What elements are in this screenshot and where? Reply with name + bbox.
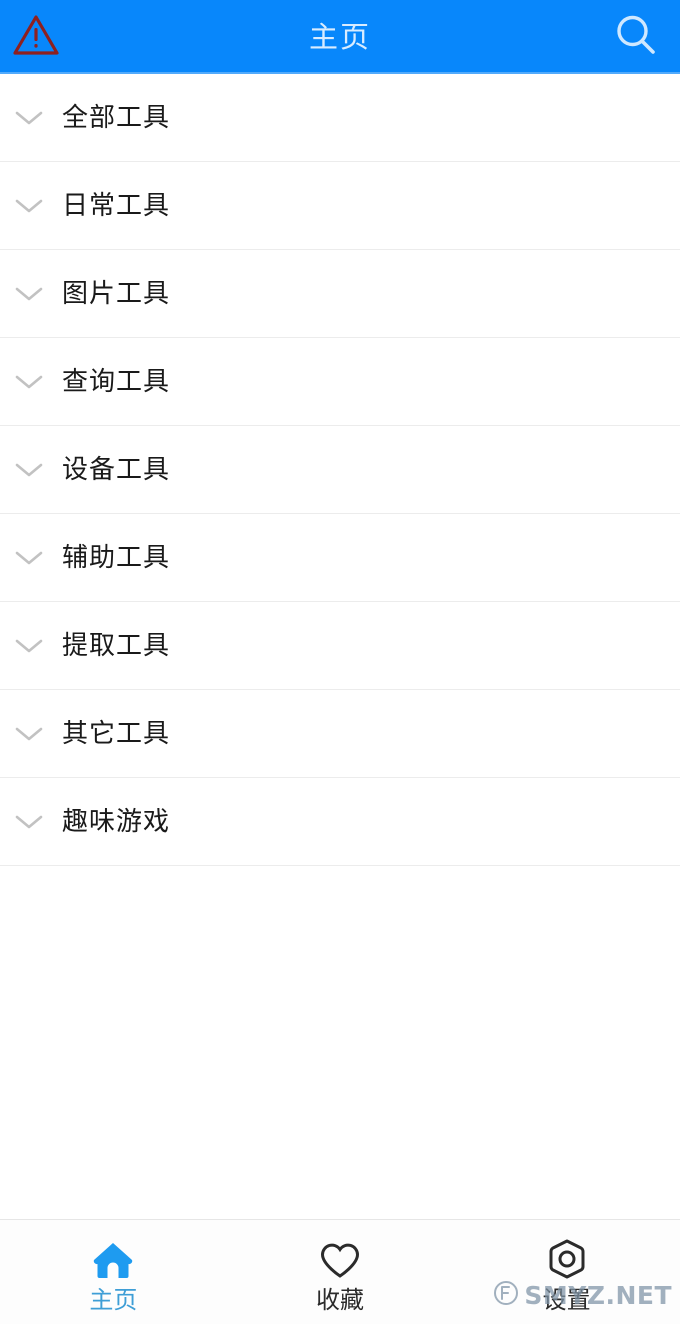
tab-favorites[interactable]: 收藏 — [227, 1220, 454, 1324]
list-item[interactable]: 辅助工具 — [0, 514, 680, 602]
list-item[interactable]: 趣味游戏 — [0, 778, 680, 866]
list-item-label: 其它工具 — [62, 719, 171, 749]
list-item-label: 设备工具 — [62, 455, 171, 485]
chevron-down-icon[interactable] — [8, 97, 50, 139]
tab-favorites-label: 收藏 — [316, 1285, 364, 1314]
list-item-label: 辅助工具 — [62, 543, 171, 573]
list-item-label: 图片工具 — [62, 279, 171, 309]
tab-home[interactable]: 主页 — [0, 1220, 227, 1324]
list-item[interactable]: 其它工具 — [0, 690, 680, 778]
list-item-label: 日常工具 — [62, 191, 171, 221]
chevron-down-icon[interactable] — [8, 713, 50, 755]
chevron-down-icon[interactable] — [8, 449, 50, 491]
tab-settings-label: 设置 — [542, 1285, 591, 1314]
chevron-down-icon[interactable] — [8, 185, 50, 227]
list-item[interactable]: 查询工具 — [0, 338, 680, 426]
home-icon — [90, 1237, 136, 1279]
list-item-label: 提取工具 — [62, 631, 171, 661]
tab-settings[interactable]: 设置 — [453, 1220, 680, 1324]
page-title: 主页 — [308, 19, 371, 54]
gear-nut-icon — [544, 1237, 590, 1279]
tool-category-list: 全部工具 日常工具 图片工具 查询工具 设备工具 辅助工具 提取工具 其它工具 … — [0, 74, 680, 1219]
warning-triangle-icon — [12, 13, 60, 61]
chevron-down-icon[interactable] — [8, 537, 50, 579]
tab-home-label: 主页 — [89, 1285, 138, 1314]
chevron-down-icon[interactable] — [8, 625, 50, 667]
app-screen: 主页 全部工具 日常工具 图片工具 查询工具 设备工具 辅助工具 提取工具 其它… — [0, 0, 680, 1324]
warning-triangle-button[interactable] — [8, 11, 64, 63]
chevron-down-icon[interactable] — [8, 361, 50, 403]
search-icon — [613, 12, 659, 62]
search-button[interactable] — [610, 11, 662, 63]
list-item-label: 趣味游戏 — [62, 807, 171, 837]
list-item[interactable]: 提取工具 — [0, 602, 680, 690]
heart-icon — [317, 1237, 363, 1279]
list-item[interactable]: 设备工具 — [0, 426, 680, 514]
list-item[interactable]: 日常工具 — [0, 162, 680, 250]
chevron-down-icon[interactable] — [8, 273, 50, 315]
list-item[interactable]: 图片工具 — [0, 250, 680, 338]
chevron-down-icon[interactable] — [8, 801, 50, 843]
list-item-label: 全部工具 — [62, 103, 171, 133]
app-header: 主页 — [0, 0, 680, 74]
list-item-label: 查询工具 — [62, 367, 171, 397]
bottom-navigation-bar: 主页 收藏 设置 SMYZ.NET — [0, 1219, 680, 1324]
list-item[interactable]: 全部工具 — [0, 74, 680, 162]
